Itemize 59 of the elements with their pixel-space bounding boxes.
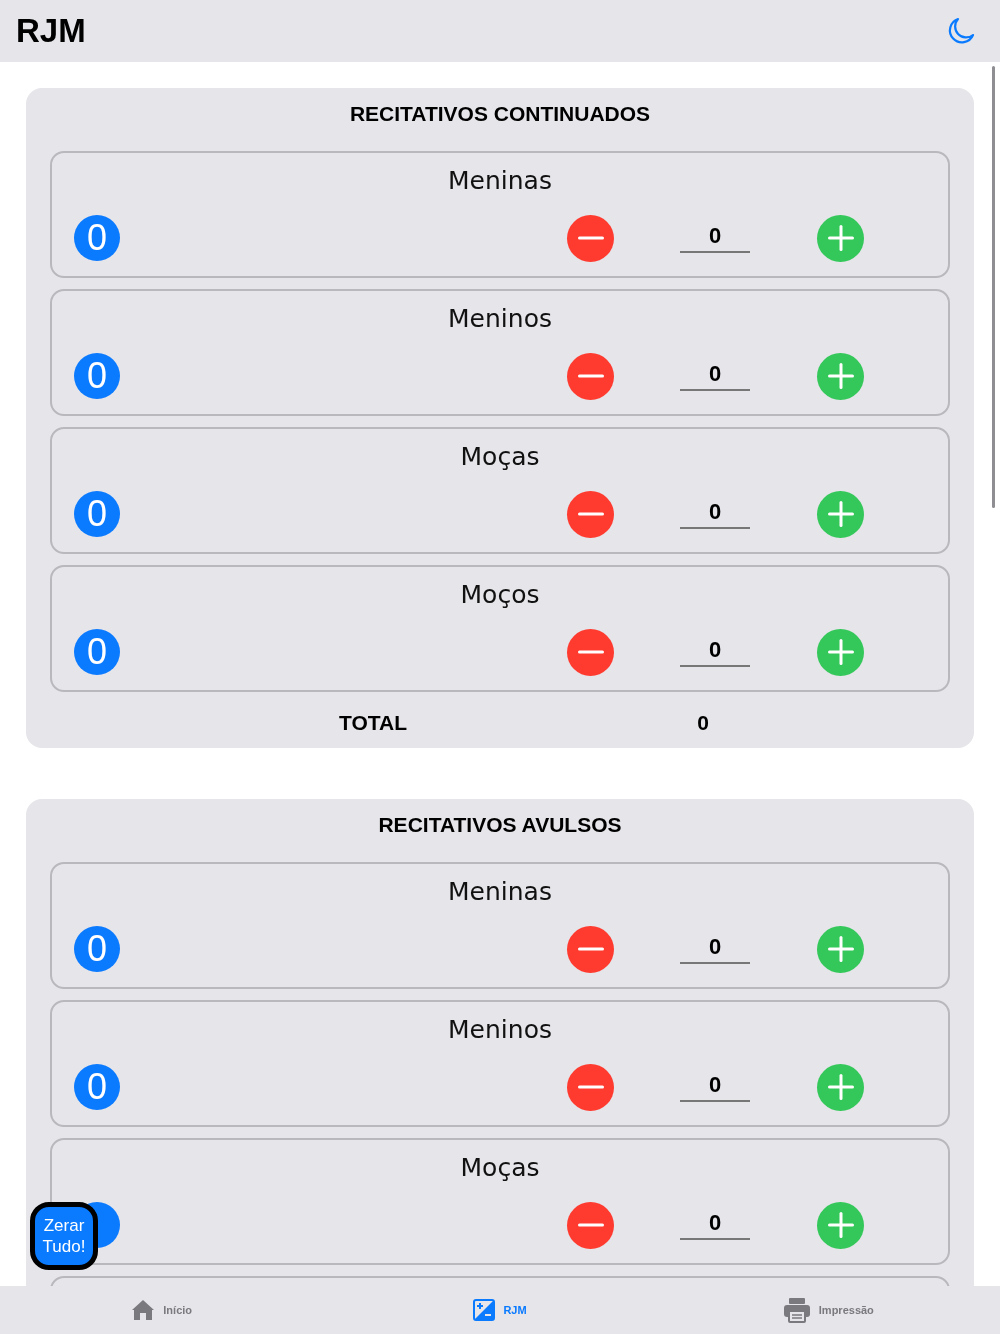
plus-icon: [827, 936, 854, 962]
minus-icon: [577, 236, 604, 240]
increment-button[interactable]: [817, 925, 864, 973]
count-badge: 0: [74, 1064, 120, 1110]
decrement-button[interactable]: [567, 214, 614, 262]
plus-icon: [827, 363, 854, 389]
section-title: RECITATIVOS CONTINUADOS: [348, 101, 652, 127]
minus-icon: [577, 650, 604, 654]
increment-button[interactable]: [817, 1201, 864, 1249]
minus-icon: [577, 1223, 604, 1227]
minus-icon: [577, 1085, 604, 1089]
counter-label: Moças: [459, 1152, 541, 1184]
count-field[interactable]: 0: [680, 1210, 750, 1240]
moon-icon[interactable]: [946, 16, 976, 46]
increment-button[interactable]: [817, 490, 864, 538]
count-field[interactable]: 0: [680, 934, 750, 964]
counter-label: Meninos: [447, 1014, 553, 1046]
total-value: 0: [696, 710, 710, 736]
plus-icon: [827, 639, 854, 665]
counter-label: Meninos: [447, 303, 553, 335]
reset-button[interactable]: Zerar Tudo!: [30, 1202, 98, 1270]
plus-icon: [827, 1212, 854, 1238]
scrollbar[interactable]: [992, 66, 995, 508]
minus-icon: [577, 512, 604, 516]
count-badge: 0: [74, 353, 120, 399]
increment-button[interactable]: [817, 352, 864, 400]
plus-minus-icon: [473, 1299, 496, 1321]
decrement-button[interactable]: [567, 1201, 614, 1249]
count-field[interactable]: 0: [680, 499, 750, 529]
plus-icon: [827, 225, 854, 251]
count-field[interactable]: 0: [680, 1072, 750, 1102]
plus-icon: [827, 501, 854, 527]
counter-label: Meninas: [447, 165, 553, 197]
section-title: RECITATIVOS AVULSOS: [377, 812, 623, 838]
app-title: RJM: [16, 12, 86, 50]
count-field[interactable]: 0: [680, 637, 750, 667]
count-badge: 0: [74, 215, 120, 261]
house-icon: [131, 1299, 156, 1321]
count-badge: 0: [74, 926, 120, 972]
total-label: TOTAL: [337, 710, 408, 736]
printer-icon: [782, 1297, 811, 1323]
decrement-button[interactable]: [567, 1063, 614, 1111]
decrement-button[interactable]: [567, 352, 614, 400]
increment-button[interactable]: [817, 1063, 864, 1111]
decrement-button[interactable]: [567, 490, 614, 538]
increment-button[interactable]: [817, 628, 864, 676]
counter-label: Meninas: [447, 876, 553, 908]
count-badge: 0: [74, 491, 120, 537]
plus-icon: [827, 1074, 854, 1100]
minus-icon: [577, 947, 604, 951]
minus-icon: [577, 374, 604, 378]
increment-button[interactable]: [817, 214, 864, 262]
counter-label: Moços: [459, 579, 541, 611]
decrement-button[interactable]: [567, 925, 614, 973]
count-field[interactable]: 0: [680, 361, 750, 391]
count-badge: 0: [74, 629, 120, 675]
decrement-button[interactable]: [567, 628, 614, 676]
counter-label: Moças: [459, 441, 541, 473]
count-field[interactable]: 0: [680, 223, 750, 253]
